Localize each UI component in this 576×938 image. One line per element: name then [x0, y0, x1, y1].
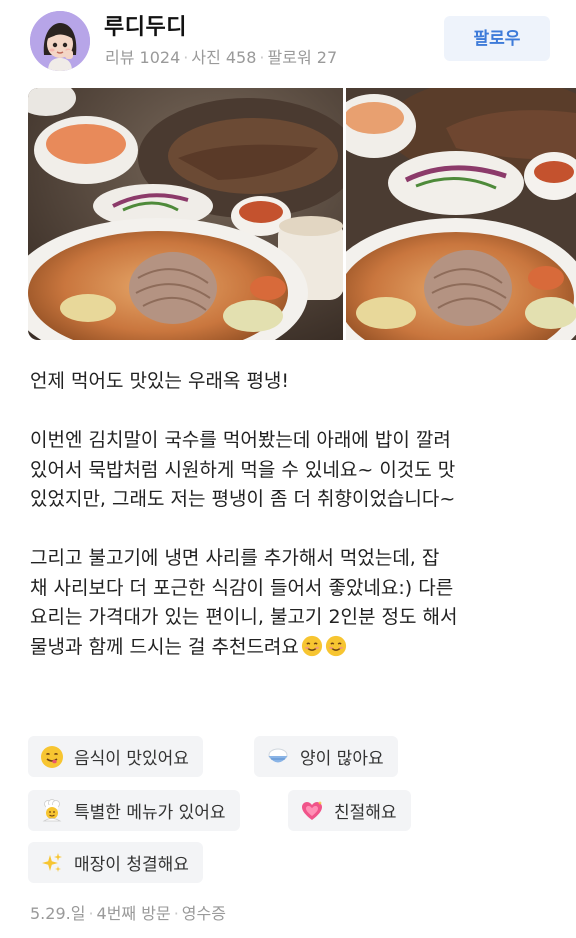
tag-large-portion[interactable]: 양이 많아요 [254, 736, 398, 777]
receipt-verified: 영수증 [181, 904, 226, 923]
user-name[interactable]: 루디두디 [104, 9, 187, 41]
tag-clean[interactable]: 매장이 청결해요 [28, 842, 203, 883]
food-photo-naengmyeon-1 [28, 88, 343, 340]
avatar-girl-icon [30, 11, 90, 71]
review-line: 그리고 불고기에 냉면 사리를 추가해서 먹었는데, 잡 [30, 547, 440, 569]
tag-label: 매장이 청결해요 [74, 855, 189, 875]
review-photo[interactable] [346, 88, 576, 340]
sparkling-heart-icon [300, 799, 324, 823]
photo-count: 사진 458 [191, 48, 257, 67]
separator-dot: · [259, 48, 265, 67]
tag-label: 특별한 메뉴가 있어요 [74, 803, 226, 823]
rice-bowl-icon [266, 745, 290, 769]
user-stats: 리뷰 1024 · 사진 458 · 팔로워 27 [105, 44, 337, 68]
review-line: 있었지만, 그래도 저는 평냉이 좀 더 취향이었습니다~ [30, 488, 456, 510]
tag-label: 친절해요 [334, 803, 397, 823]
smiling-face-icon [325, 635, 346, 656]
food-photo-naengmyeon-2 [346, 88, 576, 340]
review-text: 언제 먹어도 맛있는 우래옥 평냉! 이번엔 김치말이 국수를 먹어봤는데 아래… [30, 367, 560, 662]
chef-icon [40, 798, 64, 823]
visit-meta: 5.29.일 · 4번째 방문 · 영수증 [30, 900, 226, 924]
tag-kind[interactable]: 친절해요 [288, 790, 411, 831]
review-header: 루디두디 리뷰 1024 · 사진 458 · 팔로워 27 팔로우 [0, 0, 576, 88]
review-line: 이번엔 김치말이 국수를 먹어봤는데 아래에 밥이 깔려 [30, 429, 451, 451]
tag-label: 양이 많아요 [300, 749, 384, 769]
review-line: 있어서 묵밥처럼 시원하게 먹을 수 있네요~ 이것도 맛 [30, 458, 456, 481]
review-line-last: 물냉과 함께 드시는 걸 추천드려요 [30, 633, 560, 663]
visit-count: 4번째 방문 [96, 904, 171, 923]
follower-count: 팔로워 27 [267, 48, 338, 67]
separator-dot: · [183, 48, 189, 67]
user-avatar[interactable] [30, 11, 90, 71]
review-count: 리뷰 1024 [105, 48, 181, 67]
review-photo[interactable] [28, 88, 343, 340]
review-line: 채 사리보다 더 포근한 식감이 들어서 좋았네요:) 다른 [30, 576, 454, 599]
tag-label: 음식이 맛있어요 [74, 749, 189, 769]
photo-carousel[interactable] [28, 88, 576, 340]
yum-face-icon [40, 745, 64, 769]
review-line: 언제 먹어도 맛있는 우래옥 평냉! [30, 370, 290, 392]
separator-dot: · [173, 904, 179, 923]
tag-tasty[interactable]: 음식이 맛있어요 [28, 736, 203, 777]
review-line: 요리는 가격대가 있는 편이니, 불고기 2인분 정도 해서 [30, 606, 458, 628]
tag-special-menu[interactable]: 특별한 메뉴가 있어요 [28, 790, 240, 831]
separator-dot: · [88, 904, 94, 923]
visit-date: 5.29.일 [30, 904, 86, 923]
review-line: 물냉과 함께 드시는 걸 추천드려요 [30, 635, 299, 658]
follow-button[interactable]: 팔로우 [444, 16, 550, 61]
sparkles-icon [40, 851, 64, 875]
smiling-face-icon [301, 635, 322, 656]
